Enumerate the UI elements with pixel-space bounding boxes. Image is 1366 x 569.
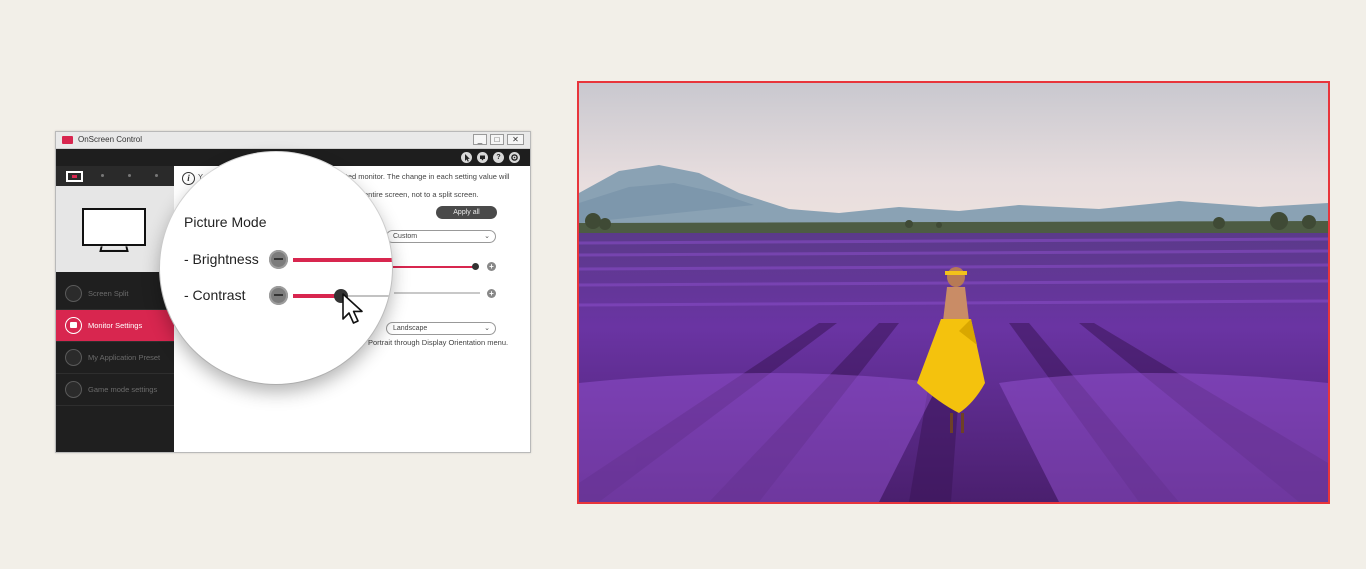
- brightness-decrease-button[interactable]: [269, 250, 288, 269]
- picture-mode-heading: Picture Mode: [184, 214, 267, 230]
- selected-monitor-icon[interactable]: [66, 171, 83, 182]
- sidebar-item-screen-split[interactable]: Screen Split: [56, 278, 174, 310]
- sidebar-item-label: My Application Preset: [88, 353, 161, 362]
- brightness-slider-zoomed[interactable]: [293, 258, 392, 262]
- contrast-slider-track[interactable]: [394, 292, 480, 294]
- monitor-outline-icon: [82, 208, 146, 246]
- sidebar-menu: Screen Split Monitor Settings My Applica…: [56, 278, 174, 406]
- maximize-button[interactable]: □: [490, 134, 504, 145]
- app-preset-icon: [65, 349, 82, 366]
- sample-photo-frame: [577, 81, 1330, 504]
- monitor-selector: [56, 166, 174, 186]
- orientation-value: Landscape: [393, 325, 428, 332]
- help-icon[interactable]: ?: [493, 152, 504, 163]
- monitor-icon[interactable]: [477, 152, 488, 163]
- gear-icon[interactable]: [509, 152, 520, 163]
- sidebar-item-label: Monitor Settings: [88, 321, 143, 330]
- info-text: entire screen, not to a split screen.: [364, 190, 479, 199]
- brightness-label: - Brightness: [184, 251, 259, 267]
- monitor-slot-dot[interactable]: [155, 174, 158, 177]
- contrast-label: - Contrast: [184, 287, 246, 303]
- screen-split-icon: [65, 285, 82, 302]
- gamepad-icon: [65, 381, 82, 398]
- cursor-icon[interactable]: [461, 152, 472, 163]
- mouse-pointer-icon: [342, 293, 363, 324]
- brightness-increase-button[interactable]: +: [487, 262, 496, 271]
- picture-mode-select[interactable]: Custom ⌄: [386, 230, 496, 243]
- chevron-down-icon: ⌄: [484, 233, 490, 240]
- info-icon: i: [182, 172, 195, 185]
- monitor-settings-icon: [65, 317, 82, 334]
- monitor-preview: [56, 186, 174, 272]
- monitor-slot-dot[interactable]: [101, 174, 104, 177]
- sidebar: Screen Split Monitor Settings My Applica…: [56, 166, 174, 452]
- brightness-slider-track[interactable]: [388, 266, 476, 268]
- window-title: OnScreen Control: [78, 135, 143, 144]
- orientation-select[interactable]: Landscape ⌄: [386, 322, 496, 335]
- chevron-down-icon: ⌄: [484, 325, 490, 332]
- app-logo-icon: [62, 136, 73, 144]
- minimize-button[interactable]: _: [473, 134, 487, 145]
- orientation-hint: Portrait through Display Orientation men…: [368, 338, 509, 347]
- brightness-slider-handle[interactable]: [472, 263, 479, 270]
- info-text: cted monitor. The change in each setting…: [342, 172, 510, 181]
- title-bar: OnScreen Control _ □ ✕: [56, 132, 530, 149]
- contrast-decrease-button[interactable]: [269, 286, 288, 305]
- sidebar-item-game-mode-settings[interactable]: Game mode settings: [56, 374, 174, 406]
- monitor-slot-dot[interactable]: [128, 174, 131, 177]
- apply-all-button[interactable]: Apply all: [436, 206, 497, 219]
- close-button[interactable]: ✕: [507, 134, 524, 145]
- monitor-stand: [99, 246, 129, 252]
- sidebar-item-label: Screen Split: [88, 289, 129, 298]
- sidebar-item-label: Game mode settings: [88, 385, 158, 394]
- window-controls: _ □ ✕: [473, 134, 524, 145]
- sidebar-item-my-application-preset[interactable]: My Application Preset: [56, 342, 174, 374]
- magnifier-callout: Picture Mode - Brightness - Contrast: [160, 152, 392, 384]
- lavender-field-photo: [579, 83, 1328, 502]
- contrast-increase-button[interactable]: +: [487, 289, 496, 298]
- picture-mode-value: Custom: [393, 233, 418, 240]
- sidebar-item-monitor-settings[interactable]: Monitor Settings: [56, 310, 174, 342]
